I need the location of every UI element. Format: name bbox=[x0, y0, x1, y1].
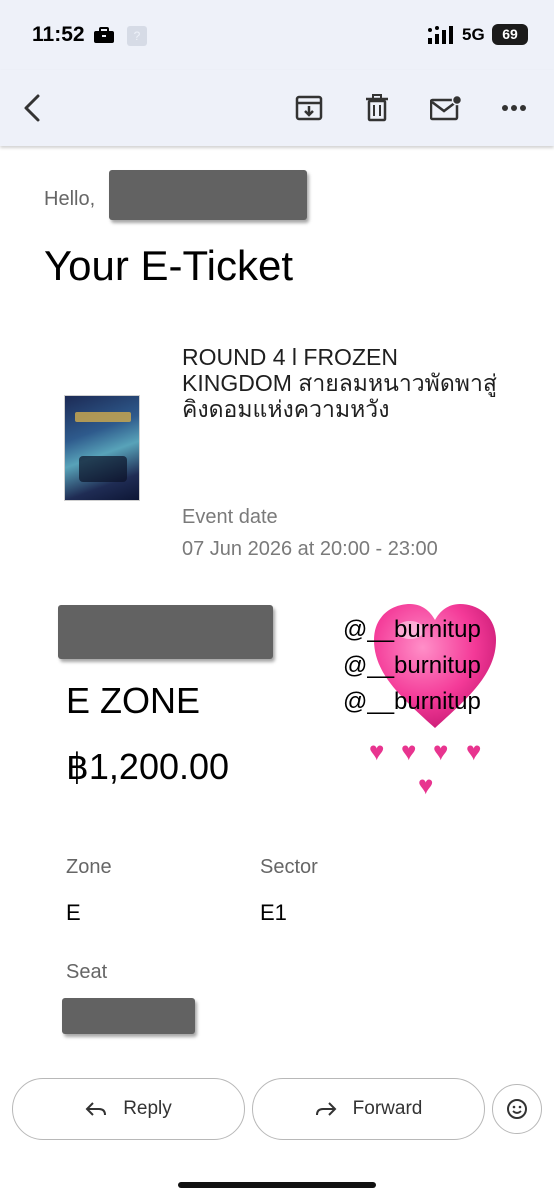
event-date-label: Event date bbox=[182, 506, 278, 528]
reply-label: Reply bbox=[123, 1098, 172, 1119]
signal-icon bbox=[428, 26, 453, 44]
watermark-line: @__burnitup bbox=[343, 688, 481, 715]
sector-value: E1 bbox=[260, 900, 287, 925]
event-date: 07 Jun 2026 at 20:00 - 23:00 bbox=[182, 538, 438, 560]
notification-placeholder-icon: ? bbox=[127, 26, 147, 46]
home-indicator bbox=[178, 1182, 376, 1188]
status-time: 11:52 bbox=[32, 23, 85, 46]
sector-label: Sector bbox=[260, 856, 318, 878]
forward-label: Forward bbox=[352, 1098, 423, 1119]
emoji-react-button[interactable] bbox=[492, 1084, 542, 1134]
reply-button[interactable]: Reply bbox=[12, 1078, 245, 1140]
small-heart-icon: ♥ bbox=[466, 736, 482, 766]
status-bar: 11:52 ? 5G 69 bbox=[0, 0, 554, 70]
zone-label: Zone bbox=[66, 856, 112, 878]
watermark-line: @__burnitup bbox=[343, 616, 481, 643]
email-toolbar bbox=[0, 70, 554, 146]
zone-heading: E ZONE bbox=[66, 680, 201, 721]
small-heart-icon: ♥ bbox=[369, 736, 385, 766]
greeting: Hello, bbox=[44, 188, 96, 210]
arrow-back-icon[interactable] bbox=[14, 90, 50, 126]
more-horizontal-icon[interactable] bbox=[496, 90, 532, 126]
redacted-ticket-holder bbox=[58, 605, 273, 659]
small-heart-icon: ♥ bbox=[433, 736, 449, 766]
small-heart-icon: ♥ bbox=[401, 736, 417, 766]
network-type: 5G bbox=[462, 25, 485, 44]
archive-icon[interactable] bbox=[291, 90, 327, 126]
ticket-price: ฿1,200.00 bbox=[66, 746, 230, 787]
event-name: ROUND 4 l FROZEN KINGDOM สายลมหนาวพัดพาส… bbox=[182, 344, 497, 422]
watermark-line: @__burnitup bbox=[343, 652, 481, 679]
page-title: Your E-Ticket bbox=[44, 242, 293, 289]
briefcase-icon bbox=[94, 27, 114, 43]
reply-arrow-icon bbox=[85, 1102, 107, 1116]
mail-unread-icon[interactable] bbox=[428, 90, 464, 126]
small-heart-icon: ♥ bbox=[418, 770, 434, 800]
redacted-seat bbox=[62, 998, 195, 1034]
emoji-smile-icon bbox=[507, 1099, 527, 1119]
forward-button[interactable]: Forward bbox=[252, 1078, 485, 1140]
redacted-name bbox=[109, 170, 307, 220]
seat-label: Seat bbox=[66, 961, 108, 983]
zone-value: E bbox=[66, 900, 81, 925]
trash-icon[interactable] bbox=[359, 90, 395, 126]
battery-indicator: 69 bbox=[492, 24, 528, 45]
event-poster-image bbox=[64, 395, 140, 501]
forward-arrow-icon bbox=[315, 1102, 337, 1116]
